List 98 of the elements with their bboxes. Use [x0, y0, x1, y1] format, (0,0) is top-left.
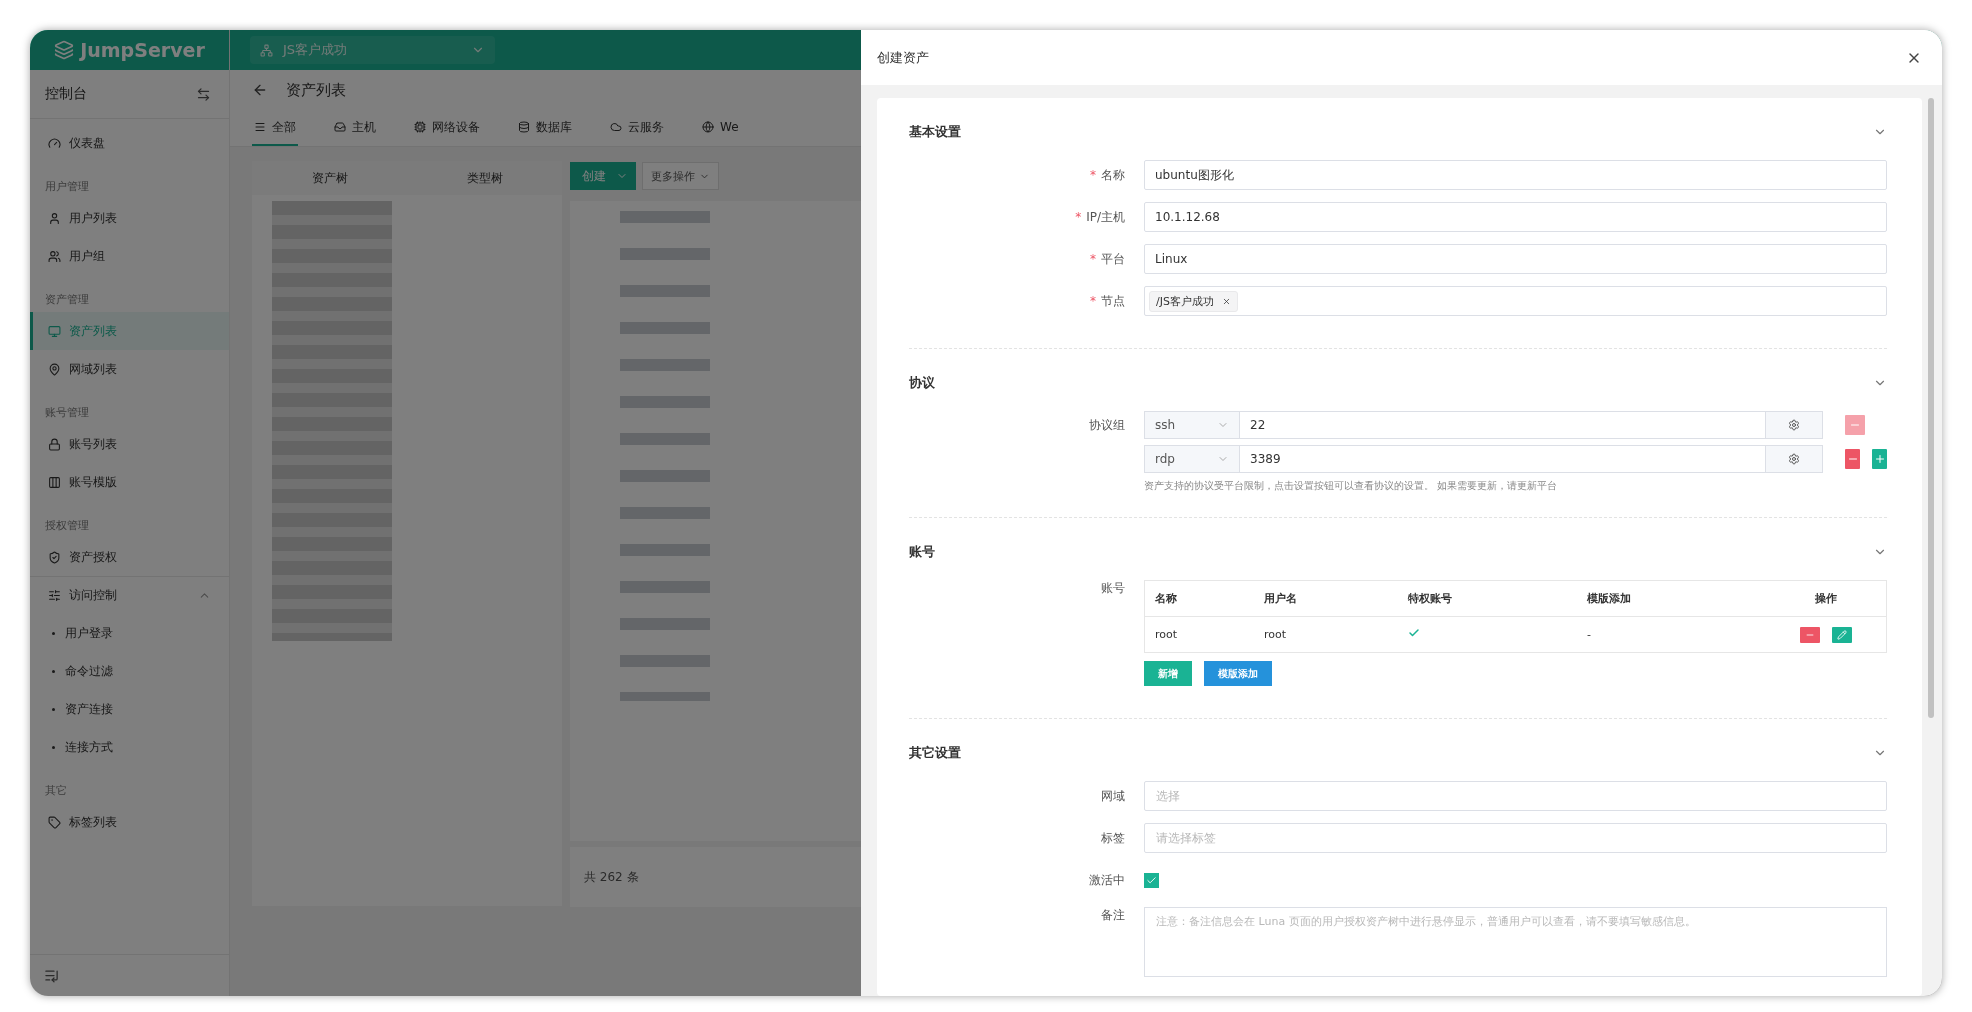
category-tab[interactable]: We: [700, 110, 741, 146]
column-header: 特权账号: [1397, 580, 1577, 617]
table-cell: root: [1254, 616, 1398, 653]
menu-icon: [48, 362, 61, 376]
switch-view-icon[interactable]: [196, 86, 211, 102]
tab-icon: [702, 121, 714, 133]
column-header: 用户名: [1254, 580, 1398, 617]
section-title: 账号: [909, 543, 935, 561]
settings-button[interactable]: [1766, 411, 1823, 439]
check-icon: [1146, 874, 1157, 886]
input-field[interactable]: ubuntu图形化: [1144, 160, 1887, 190]
logo-text: JumpServer: [80, 39, 205, 61]
settings-button[interactable]: [1766, 445, 1823, 473]
tab-icon: [254, 121, 266, 133]
port-input[interactable]: 3389: [1240, 445, 1766, 473]
category-tab[interactable]: 网络设备: [412, 110, 482, 146]
sidebar-subitem[interactable]: 用户登录: [30, 614, 229, 652]
section-title: 其它设置: [909, 744, 961, 762]
menu-icon: [48, 136, 61, 150]
category-tab[interactable]: 全部: [252, 110, 298, 146]
tree-tab[interactable]: 资产树: [252, 169, 407, 187]
category-tab[interactable]: 云服务: [608, 110, 666, 146]
remove-icon[interactable]: [1221, 296, 1231, 306]
plus-icon: [1873, 453, 1886, 465]
page-title: 资产列表: [286, 80, 346, 100]
field-label: * 节点: [1089, 292, 1126, 310]
gear-icon: [1788, 419, 1800, 431]
edit-button[interactable]: [1831, 626, 1852, 643]
sidebar-item[interactable]: 仪表盘: [30, 124, 229, 162]
menu-icon: [48, 550, 61, 564]
field-label: 网域: [1100, 787, 1126, 805]
sidebar-item[interactable]: 用户列表: [30, 199, 229, 237]
tree-tab[interactable]: 类型树: [407, 169, 562, 187]
sidebar-subitem[interactable]: 连接方式: [30, 728, 229, 766]
menu-icon: [48, 475, 61, 489]
sidebar-item[interactable]: 账号模版: [30, 463, 229, 501]
sidebar-submenu[interactable]: 访问控制: [30, 576, 229, 614]
field-label: 激活中: [1088, 871, 1126, 889]
column-header: 模版添加: [1577, 580, 1757, 617]
submenu-label: 访问控制: [69, 587, 117, 604]
field-label: 账号: [1100, 580, 1126, 597]
scrollbar[interactable]: [1928, 98, 1934, 718]
field-label: 标签: [1100, 829, 1126, 847]
sidebar-subitem[interactable]: 命令过滤: [30, 652, 229, 690]
field-label: 备注: [1100, 907, 1126, 924]
checkbox[interactable]: [1144, 872, 1159, 888]
port-input[interactable]: 22: [1240, 411, 1766, 439]
delete-button[interactable]: [1799, 626, 1820, 643]
protocol-select[interactable]: ssh: [1144, 411, 1240, 439]
menu-icon: [48, 437, 61, 451]
org-icon: [260, 43, 273, 57]
pencil-icon: [1836, 629, 1847, 640]
field-label: * 名称: [1089, 166, 1126, 184]
node-tag: /JS客户成功: [1149, 290, 1238, 312]
more-actions-button[interactable]: 更多操作: [642, 162, 719, 190]
total-count: 共 262 条: [584, 868, 639, 886]
category-tab[interactable]: 主机: [332, 110, 378, 146]
input-field[interactable]: 10.1.12.68: [1144, 202, 1887, 232]
template-add-button[interactable]: 模版添加: [1204, 661, 1272, 686]
gear-icon: [1788, 453, 1800, 465]
sidebar-subitem[interactable]: 资产连接: [30, 690, 229, 728]
logo-icon: [54, 40, 75, 60]
menu-group-label: 资产管理: [44, 292, 90, 308]
sidebar-item[interactable]: 资产授权: [30, 538, 229, 576]
input-field[interactable]: Linux: [1144, 244, 1887, 274]
column-header: 操作: [1756, 580, 1887, 617]
protocol-hint: 资产支持的协议受平台限制，点击设置按钮可以查看协议的设置。 如果需要更新，请更新平台: [1144, 479, 1559, 493]
sidebar-title: 控制台: [45, 85, 87, 103]
menu-icon: [48, 211, 61, 225]
field-label: * 平台: [1089, 250, 1126, 268]
tab-icon: [334, 121, 346, 133]
table-cell: -: [1577, 616, 1757, 653]
protocol-select[interactable]: rdp: [1144, 445, 1240, 473]
tab-icon: [518, 121, 530, 133]
add-account-button[interactable]: 新增: [1144, 661, 1192, 686]
menu-icon: [48, 815, 61, 829]
sidebar-item[interactable]: 标签列表: [30, 803, 229, 841]
node-select-field[interactable]: /JS客户成功: [1144, 286, 1887, 316]
section-title: 协议: [909, 374, 935, 392]
sidebar-item[interactable]: 账号列表: [30, 425, 229, 463]
menu-icon: [48, 324, 61, 338]
tab-icon: [414, 121, 426, 133]
field-label: 协议组: [1088, 417, 1126, 434]
menu-icon: [48, 589, 61, 602]
table-cell: root: [1144, 616, 1254, 653]
tab-icon: [610, 121, 622, 133]
collapse-menu-icon[interactable]: [44, 968, 59, 983]
drawer-title: 创建资产: [877, 48, 929, 67]
menu-icon: [48, 249, 61, 263]
back-icon[interactable]: [252, 82, 268, 98]
sidebar-item[interactable]: 网域列表: [30, 350, 229, 388]
menu-group-label: 用户管理: [44, 179, 90, 195]
sidebar-item[interactable]: 用户组: [30, 237, 229, 275]
column-header: 名称: [1144, 580, 1254, 617]
section-title: 基本设置: [909, 123, 961, 141]
category-tab[interactable]: 数据库: [516, 110, 574, 146]
menu-group-label: 授权管理: [44, 518, 90, 534]
field-label: * IP/主机: [1074, 208, 1126, 226]
